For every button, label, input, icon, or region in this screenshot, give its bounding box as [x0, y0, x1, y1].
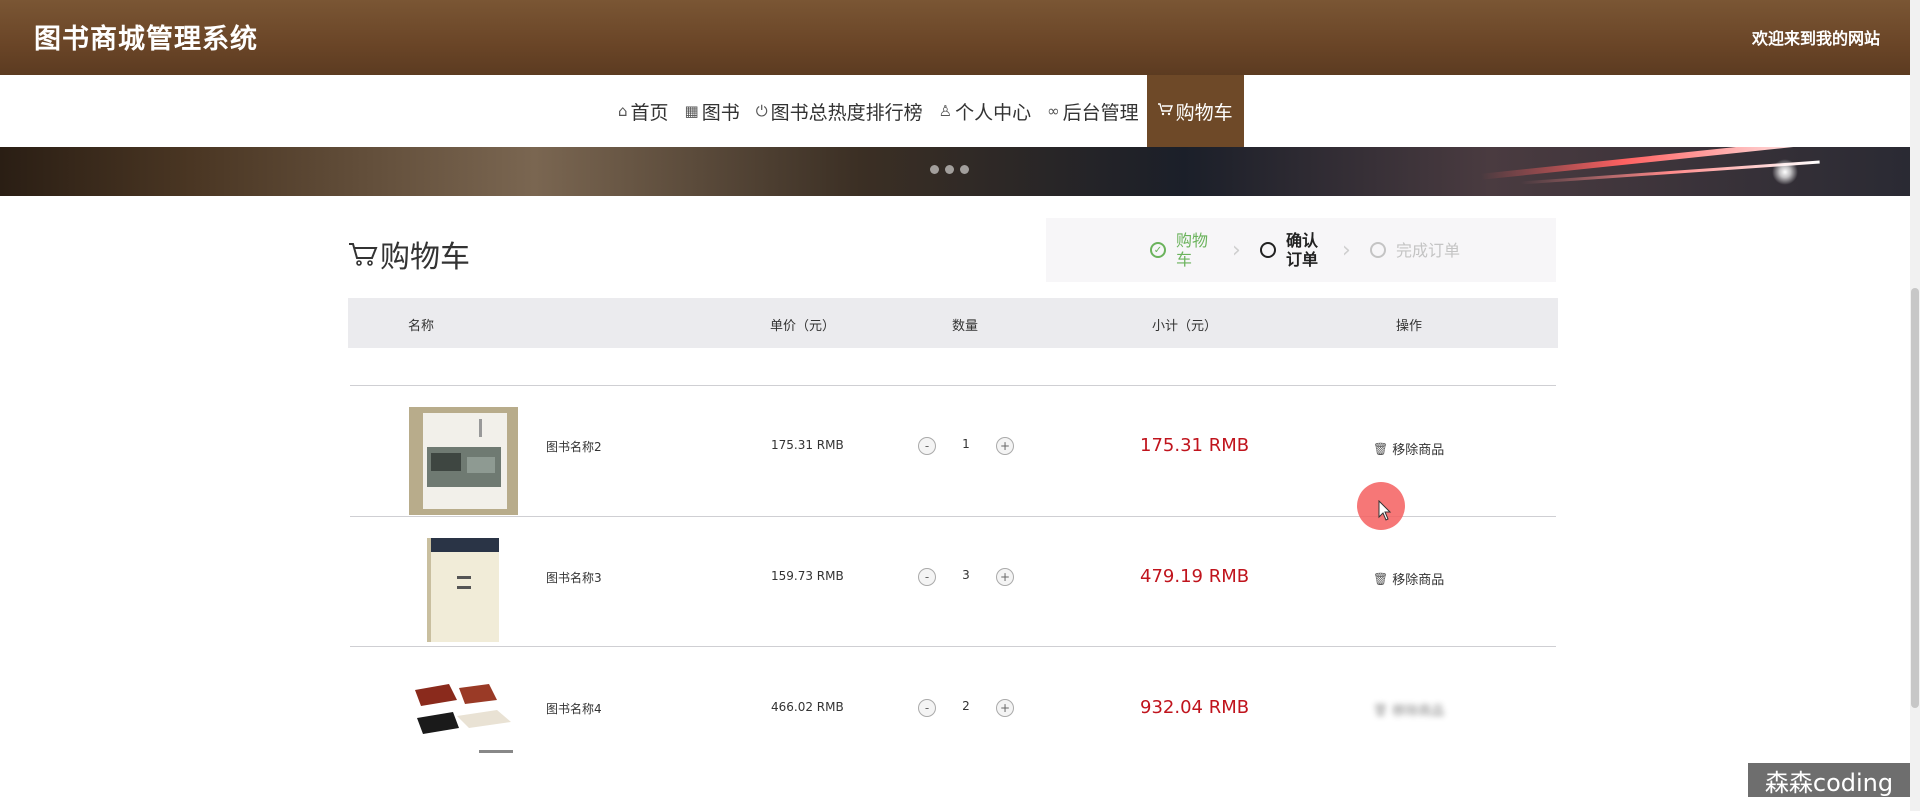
qty-value[interactable]: 2 — [956, 699, 976, 713]
site-title: 图书商城管理系统 — [34, 24, 258, 55]
qty-plus-button[interactable]: + — [996, 568, 1014, 586]
qty-minus-button[interactable]: - — [918, 437, 936, 455]
book-cover-image[interactable] — [409, 536, 518, 644]
nav-profile-label: 个人中心 — [955, 101, 1032, 124]
cart-icon — [349, 243, 378, 266]
nav-books[interactable]: ▦ 图书 — [677, 75, 748, 147]
scrollbar-thumb[interactable] — [1911, 288, 1919, 708]
book-name[interactable]: 图书名称4 — [546, 700, 602, 717]
nav-home-label: 首页 — [630, 101, 669, 124]
carousel-dot[interactable] — [960, 165, 969, 174]
welcome-text: 欢迎来到我的网站 — [1751, 29, 1880, 48]
grid-icon: ▦ — [684, 102, 699, 120]
carousel-dots — [930, 165, 969, 174]
cart-table-header: 名称 单价（元） 数量 小计（元） 操作 — [348, 298, 1558, 348]
cart-heading: 购物车 — [348, 232, 470, 276]
col-subtotal: 小计（元） — [1152, 319, 1218, 334]
row-divider — [350, 385, 1556, 386]
col-qty: 数量 — [952, 319, 979, 334]
chevron-right-icon: › — [1232, 237, 1241, 263]
step-complete-label: 完成订单 — [1396, 240, 1461, 260]
mouse-pointer-icon — [1378, 500, 1392, 521]
nav-profile[interactable]: ♙ 个人中心 — [931, 75, 1039, 147]
power-icon: ⏻ — [755, 102, 768, 120]
unit-price: 466.02 RMB — [771, 700, 844, 714]
carousel-dot[interactable] — [945, 165, 954, 174]
check-icon: ✓ — [1150, 242, 1166, 258]
chevron-right-icon: › — [1342, 237, 1351, 263]
remove-item-label: 移除商品 — [1392, 704, 1445, 719]
carousel-dot[interactable] — [930, 165, 939, 174]
nav-cart[interactable]: 购物车 — [1146, 75, 1244, 147]
book-name[interactable]: 图书名称2 — [546, 438, 602, 455]
book-cover-image[interactable] — [409, 670, 518, 778]
row-subtotal: 175.31 RMB — [1140, 435, 1250, 456]
nav-ranking[interactable]: ⏻ 图书总热度排行榜 — [748, 75, 931, 147]
main-nav: ⌂ 首页 ▦ 图书 ⏻ 图书总热度排行榜 ♙ 个人中心 ∞ 后台管理 购物车 — [0, 75, 1910, 147]
col-name: 名称 — [408, 319, 435, 334]
nav-admin-label: 后台管理 — [1062, 101, 1139, 124]
step-confirm: 确认订单 — [1260, 231, 1324, 269]
cart-icon — [1157, 102, 1173, 120]
qty-minus-button[interactable]: - — [918, 699, 936, 717]
circle-icon — [1260, 242, 1276, 258]
cart-title: 购物车 — [380, 240, 470, 275]
qty-value[interactable]: 3 — [956, 568, 976, 582]
qty-value[interactable]: 1 — [956, 437, 976, 451]
col-price: 单价（元） — [770, 319, 836, 334]
page-scrollbar[interactable] — [1910, 0, 1920, 811]
row-subtotal: 479.19 RMB — [1140, 566, 1250, 587]
trash-icon: 🗑 — [1373, 702, 1389, 717]
remove-item-button[interactable]: 🗑 移除商品 — [1373, 439, 1445, 459]
user-icon: ♙ — [938, 102, 953, 120]
link-icon: ∞ — [1047, 102, 1060, 120]
nav-cart-label: 购物车 — [1175, 101, 1233, 124]
step-confirm-label: 确认订单 — [1286, 231, 1319, 269]
book-cover-image[interactable] — [409, 407, 518, 515]
remove-item-label: 移除商品 — [1392, 443, 1445, 458]
step-cart-label: 购物车 — [1176, 231, 1209, 269]
remove-item-button[interactable]: 🗑 移除商品 — [1373, 700, 1445, 720]
unit-price: 159.73 RMB — [771, 569, 844, 583]
book-name[interactable]: 图书名称3 — [546, 569, 602, 586]
hero-banner — [0, 147, 1910, 196]
remove-item-button[interactable]: 🗑 移除商品 — [1373, 569, 1445, 589]
nav-ranking-label: 图书总热度排行榜 — [770, 101, 923, 124]
watermark-label: 森森coding — [1748, 763, 1910, 797]
circle-icon — [1370, 242, 1386, 258]
qty-plus-button[interactable]: + — [996, 437, 1014, 455]
nav-admin[interactable]: ∞ 后台管理 — [1039, 75, 1147, 147]
nav-home[interactable]: ⌂ 首页 — [610, 75, 677, 147]
unit-price: 175.31 RMB — [771, 438, 844, 452]
home-icon: ⌂ — [618, 102, 628, 120]
step-complete: 完成订单 — [1370, 241, 1460, 260]
row-divider — [350, 646, 1556, 647]
col-action: 操作 — [1396, 319, 1423, 334]
qty-plus-button[interactable]: + — [996, 699, 1014, 717]
qty-minus-button[interactable]: - — [918, 568, 936, 586]
step-cart: ✓ 购物车 — [1150, 231, 1214, 269]
trash-icon: 🗑 — [1373, 441, 1389, 456]
row-subtotal: 932.04 RMB — [1140, 697, 1250, 718]
remove-item-label: 移除商品 — [1392, 573, 1445, 588]
trash-icon: 🗑 — [1373, 571, 1389, 586]
order-steps: ✓ 购物车 › 确认订单 › 完成订单 — [1046, 218, 1556, 282]
top-header: 图书商城管理系统 欢迎来到我的网站 — [0, 0, 1910, 75]
nav-books-label: 图书 — [701, 101, 740, 124]
banner-flare — [1772, 159, 1798, 185]
